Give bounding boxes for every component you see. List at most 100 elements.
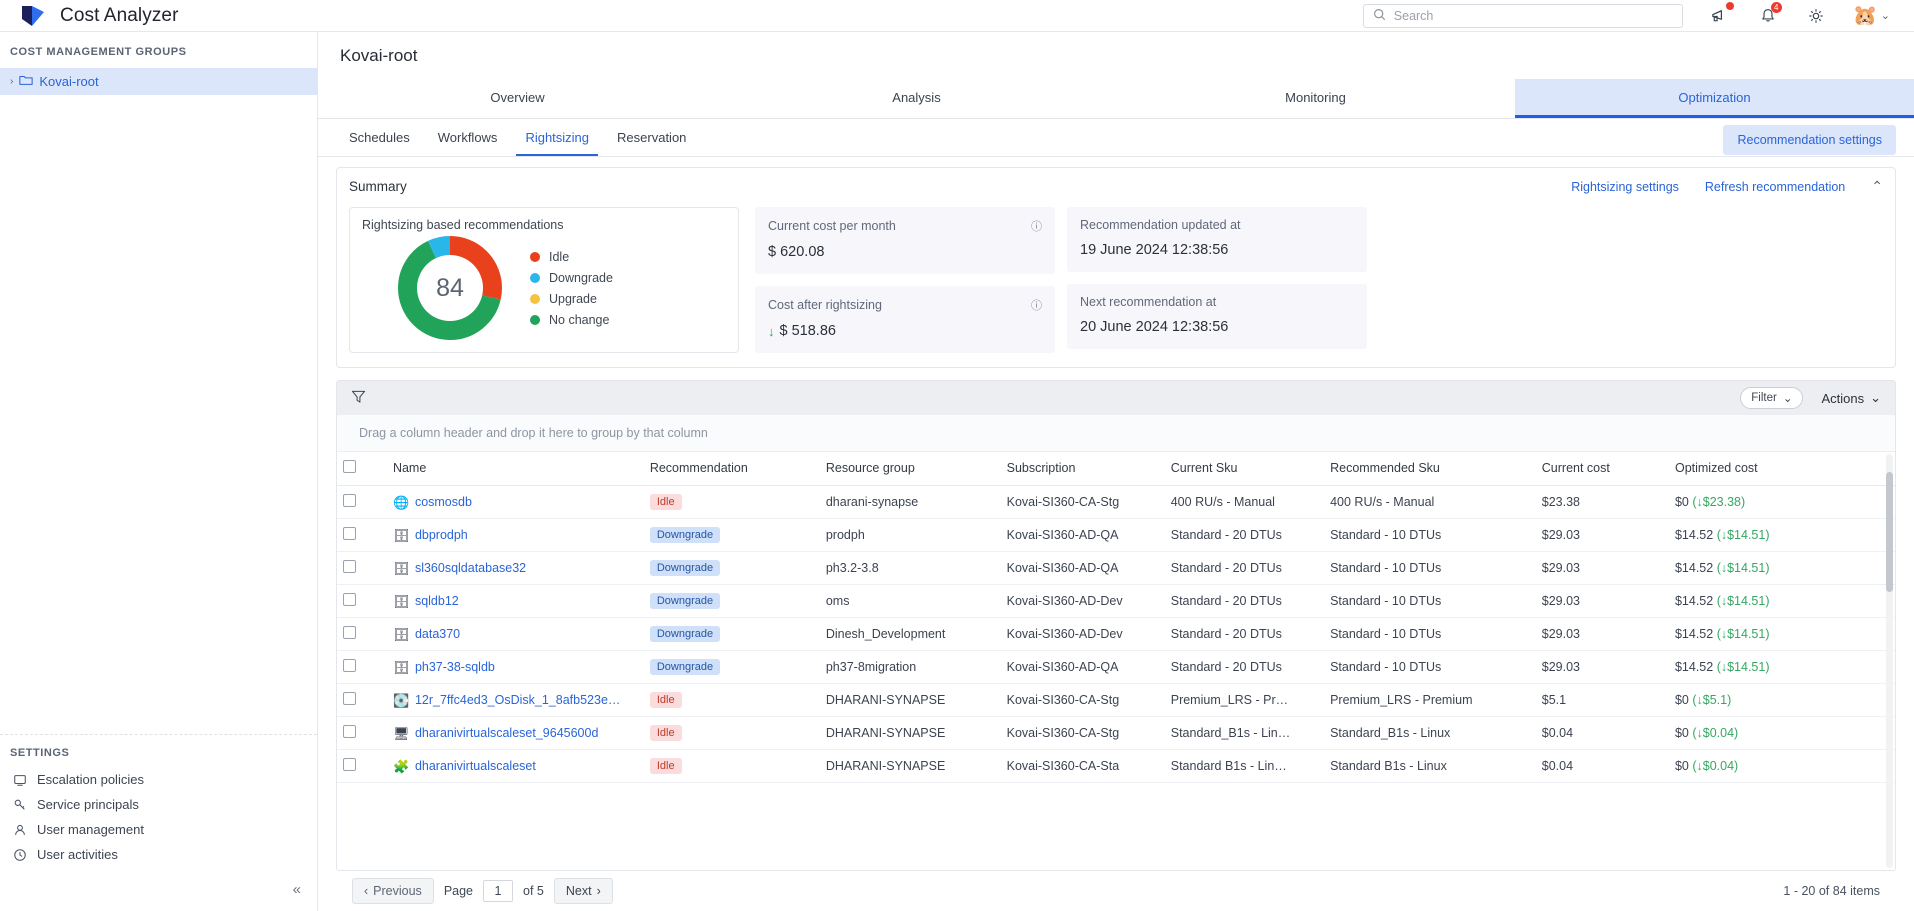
chevron-down-icon: ⌄ bbox=[1880, 10, 1890, 22]
resource-link[interactable]: data370 bbox=[415, 627, 460, 641]
row-checkbox[interactable] bbox=[343, 659, 356, 672]
cell-optimized-cost: $0 (↓$0.04) bbox=[1668, 749, 1895, 783]
resource-link[interactable]: ph37-38-sqldb bbox=[415, 660, 495, 674]
cell-recommended-sku: Standard - 10 DTUs bbox=[1324, 617, 1536, 651]
row-checkbox[interactable] bbox=[343, 560, 356, 573]
filter-dropdown[interactable]: Filter ⌄ bbox=[1740, 387, 1804, 409]
cell-resource-group: DHARANI-SYNAPSE bbox=[819, 683, 1001, 717]
column-header-current-sku[interactable]: Current Sku bbox=[1164, 452, 1325, 486]
page-number-input[interactable] bbox=[483, 880, 514, 902]
row-checkbox[interactable] bbox=[343, 593, 356, 606]
tab-overview[interactable]: Overview bbox=[318, 79, 717, 118]
row-checkbox[interactable] bbox=[343, 692, 356, 705]
optimized-cost-value: $14.52 bbox=[1674, 561, 1714, 575]
refresh-recommendation-link[interactable]: Refresh recommendation bbox=[1705, 180, 1845, 194]
table-row[interactable]: 🗄 data370 Downgrade Dinesh_Development Ko… bbox=[337, 617, 1895, 651]
resource-link[interactable]: dharanivirtualscaleset_9645600d bbox=[415, 726, 598, 740]
metric-value: $ 620.08 bbox=[768, 244, 825, 260]
column-header-resource-group[interactable]: Resource group bbox=[819, 452, 1001, 486]
search-box[interactable] bbox=[1362, 3, 1683, 28]
resource-link[interactable]: sl360sqldatabase32 bbox=[415, 561, 526, 575]
column-header-name[interactable]: Name bbox=[386, 452, 644, 486]
sidebar-item-kovai-root[interactable]: › Kovai-root bbox=[0, 68, 317, 95]
status-badge: Idle bbox=[649, 692, 682, 708]
info-icon[interactable]: ⓘ bbox=[1031, 218, 1042, 234]
resource-link[interactable]: sqldb12 bbox=[415, 594, 459, 608]
table-row[interactable]: 🗄 ph37-38-sqldb Downgrade ph37-8migration… bbox=[337, 650, 1895, 684]
resource-link[interactable]: dharanivirtualscaleset bbox=[415, 759, 536, 773]
column-header-recommendation[interactable]: Recommendation bbox=[643, 452, 820, 486]
recommendations-table: Name Recommendation Resource group Subsc… bbox=[337, 452, 1895, 783]
sidebar-item-label: Kovai-root bbox=[39, 74, 99, 89]
tab-monitoring[interactable]: Monitoring bbox=[1116, 79, 1515, 118]
tab-analysis[interactable]: Analysis bbox=[717, 79, 1116, 118]
brand[interactable]: Cost Analyzer bbox=[14, 2, 179, 30]
cell-recommendation: Downgrade bbox=[643, 584, 820, 618]
row-checkbox[interactable] bbox=[343, 626, 356, 639]
megaphone-icon[interactable] bbox=[1709, 1, 1734, 27]
column-header-optimized-cost[interactable]: Optimized cost bbox=[1668, 452, 1895, 486]
sidebar-item-service-principals[interactable]: Service principals bbox=[0, 792, 317, 817]
cell-name: 🗄 sqldb12 bbox=[386, 584, 644, 618]
search-input[interactable] bbox=[1393, 8, 1673, 23]
table-row[interactable]: 💽 12r_7ffc4ed3_OsDisk_1_8afb523e… Idle DH… bbox=[337, 683, 1895, 717]
body: COST MANAGEMENT GROUPS › Kovai-root SETT… bbox=[0, 32, 1914, 911]
scrollbar-thumb[interactable] bbox=[1886, 472, 1893, 592]
cell-resource-group: ph37-8migration bbox=[819, 650, 1001, 684]
user-menu[interactable]: 🐹 ⌄ bbox=[1853, 4, 1890, 28]
subtab-workflows[interactable]: Workflows bbox=[429, 119, 507, 156]
row-checkbox[interactable] bbox=[343, 725, 356, 738]
cell-current-cost: $0.04 bbox=[1535, 716, 1669, 750]
table-row[interactable]: 🧩 dharanivirtualscaleset Idle DHARANI-SYN… bbox=[337, 749, 1895, 783]
select-all-checkbox[interactable] bbox=[343, 460, 356, 473]
rightsizing-settings-link[interactable]: Rightsizing settings bbox=[1571, 180, 1679, 194]
table-row[interactable]: 🗄 dbprodph Downgrade prodph Kovai-SI360-A… bbox=[337, 518, 1895, 552]
row-checkbox[interactable] bbox=[343, 758, 356, 771]
filter-funnel-icon[interactable] bbox=[351, 389, 366, 407]
metric-top: Current cost per month ⓘ bbox=[768, 218, 1042, 234]
group-by-dropzone[interactable]: Drag a column header and drop it here to… bbox=[337, 415, 1895, 452]
column-header-subscription[interactable]: Subscription bbox=[1000, 452, 1165, 486]
sidebar-item-user-management[interactable]: User management bbox=[0, 817, 317, 842]
sidebar-item-user-activities[interactable]: User activities bbox=[0, 842, 317, 867]
collapse-left-icon[interactable]: « bbox=[293, 881, 301, 898]
column-header-recommended-sku[interactable]: Recommended Sku bbox=[1324, 452, 1536, 486]
metric-top: Recommendation updated at bbox=[1080, 218, 1354, 232]
cell-current-cost: $29.03 bbox=[1535, 650, 1669, 684]
metric-value-row: $ 620.08 bbox=[768, 244, 1042, 260]
subtab-reservation[interactable]: Reservation bbox=[608, 119, 695, 156]
info-icon[interactable]: ⓘ bbox=[1031, 297, 1042, 313]
cell-recommended-sku: Standard_B1s - Linux bbox=[1324, 716, 1536, 750]
cell-current-sku: Standard - 20 DTUs bbox=[1164, 617, 1325, 651]
table-row[interactable]: 🖥 dharanivirtualscaleset_9645600d Idle DH… bbox=[337, 716, 1895, 750]
table-row[interactable]: 🗄 sqldb12 Downgrade oms Kovai-SI360-AD-De… bbox=[337, 584, 1895, 618]
tab-optimization[interactable]: Optimization bbox=[1515, 79, 1914, 118]
resource-link[interactable]: 12r_7ffc4ed3_OsDisk_1_8afb523e… bbox=[415, 693, 620, 707]
table-vertical-scrollbar[interactable] bbox=[1886, 454, 1893, 868]
legend-swatch-idle bbox=[530, 251, 540, 262]
actions-dropdown[interactable]: Actions ⌄ bbox=[1821, 390, 1881, 406]
sql-db-icon: 🗄 bbox=[392, 560, 410, 576]
recommendation-settings-button[interactable]: Recommendation settings bbox=[1723, 125, 1896, 155]
resource-link[interactable]: dbprodph bbox=[415, 528, 468, 542]
megaphone-badge bbox=[1725, 1, 1734, 10]
bell-icon[interactable]: 4 bbox=[1757, 1, 1782, 27]
chevron-left-icon: ‹ bbox=[364, 884, 369, 898]
gear-icon[interactable] bbox=[1805, 5, 1827, 27]
subtab-rightsizing[interactable]: Rightsizing bbox=[516, 119, 599, 156]
row-select-cell bbox=[337, 749, 387, 783]
next-page-button[interactable]: Next › bbox=[553, 878, 613, 904]
resource-link[interactable]: cosmosdb bbox=[415, 495, 472, 509]
collapse-summary-icon[interactable]: ⌃ bbox=[1871, 178, 1883, 195]
donut-center-label: 84 bbox=[417, 255, 483, 321]
column-header-current-cost[interactable]: Current cost bbox=[1535, 452, 1669, 486]
subtab-schedules[interactable]: Schedules bbox=[340, 119, 419, 156]
table-row[interactable]: 🌐 cosmosdb Idle dharani-synapse Kovai-SI3… bbox=[337, 485, 1895, 519]
previous-page-button[interactable]: ‹ Previous bbox=[352, 878, 434, 904]
sidebar-item-escalation-policies[interactable]: Escalation policies bbox=[0, 767, 317, 792]
row-checkbox[interactable] bbox=[343, 527, 356, 540]
row-checkbox[interactable] bbox=[343, 494, 356, 507]
table-row[interactable]: 🗄 sl360sqldatabase32 Downgrade ph3.2-3.8 … bbox=[337, 551, 1895, 585]
cell-current-sku: Standard - 20 DTUs bbox=[1164, 584, 1325, 618]
cell-resource-group: dharani-synapse bbox=[819, 485, 1001, 519]
